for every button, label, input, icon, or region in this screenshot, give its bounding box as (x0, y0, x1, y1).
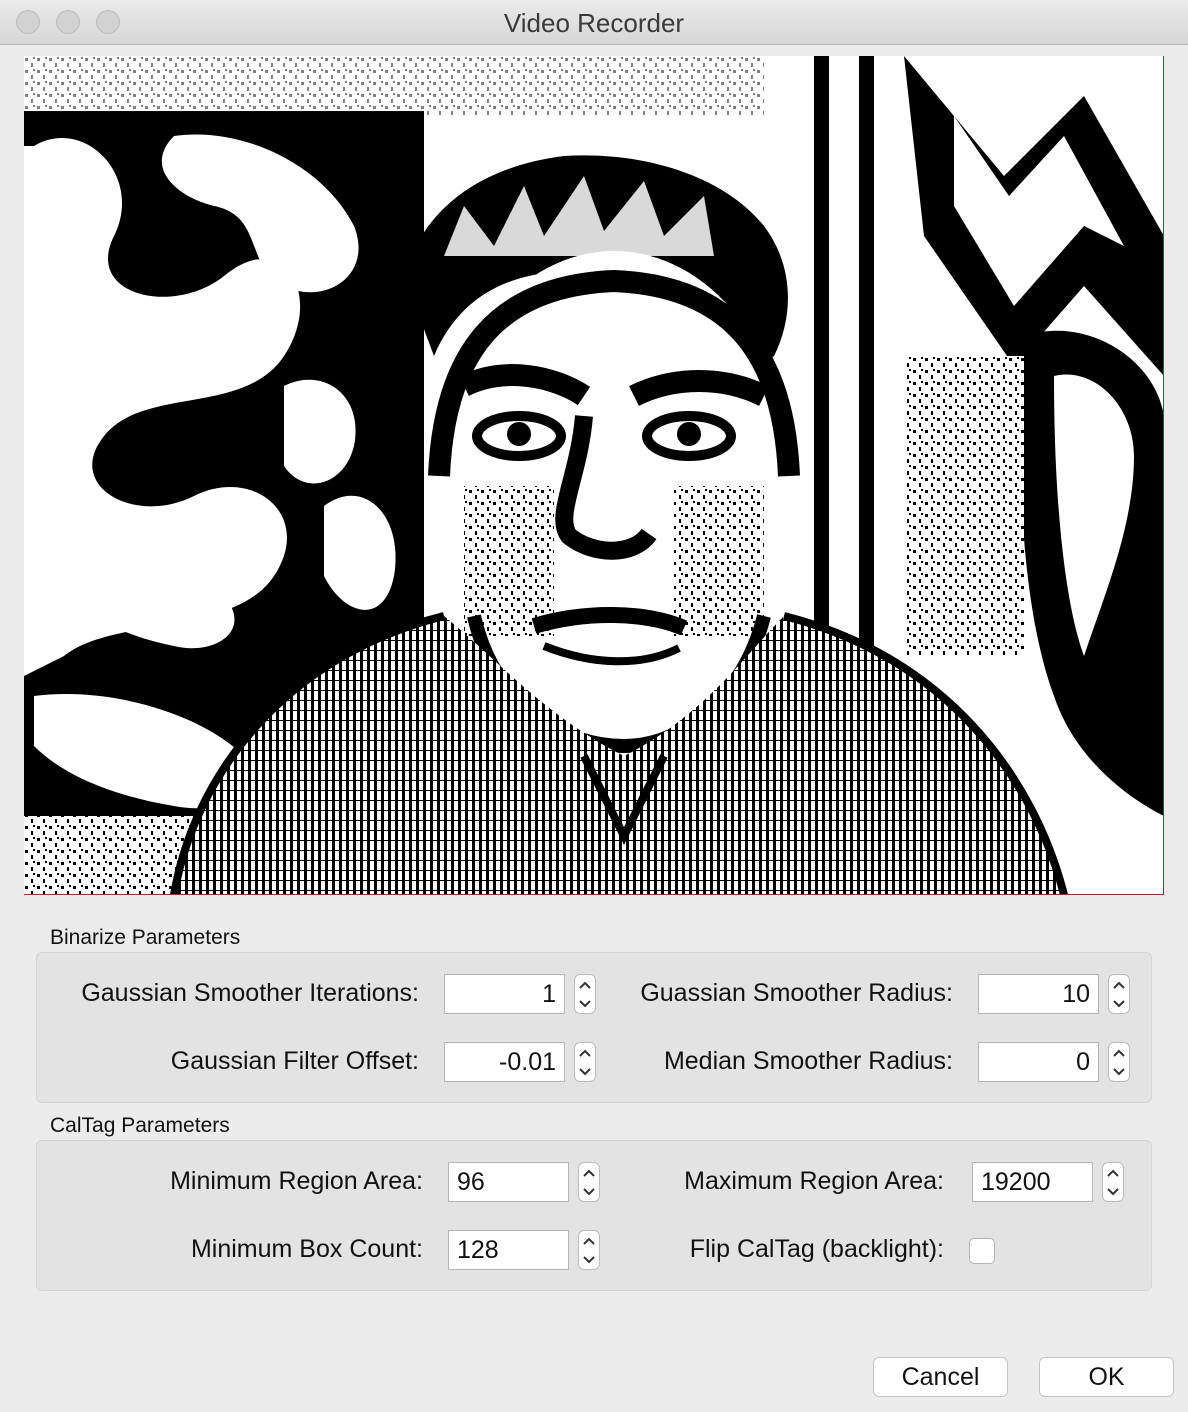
chevron-up-icon[interactable] (579, 1231, 599, 1250)
title-bar: Video Recorder (0, 0, 1188, 45)
chevron-up-icon[interactable] (579, 1163, 599, 1182)
chevron-down-icon[interactable] (1109, 1062, 1129, 1081)
min-region-area-label: Minimum Region Area: (170, 1167, 423, 1195)
caltag-parameters-group: Minimum Region Area: 96 Maximum Region A… (36, 1140, 1152, 1291)
gaussian-radius-stepper[interactable] (1108, 974, 1130, 1014)
flip-caltag-label: Flip CalTag (backlight): (689, 1235, 944, 1263)
chevron-down-icon[interactable] (575, 994, 595, 1013)
gaussian-iterations-stepper[interactable] (574, 974, 596, 1014)
binarize-parameters-group: Gaussian Smoother Iterations: 1 Guassian… (36, 952, 1152, 1103)
max-region-area-input[interactable]: 19200 (972, 1162, 1093, 1202)
min-box-count-stepper[interactable] (578, 1230, 600, 1270)
max-region-area-label: Maximum Region Area: (684, 1167, 944, 1195)
chevron-down-icon[interactable] (579, 1182, 599, 1201)
gaussian-offset-input[interactable]: -0.01 (444, 1042, 565, 1082)
chevron-up-icon[interactable] (1103, 1163, 1123, 1182)
gaussian-offset-stepper[interactable] (574, 1042, 596, 1082)
flip-caltag-checkbox[interactable] (969, 1238, 995, 1264)
gaussian-radius-label: Guassian Smoother Radius: (640, 979, 953, 1007)
max-region-area-stepper[interactable] (1102, 1162, 1124, 1202)
gaussian-iterations-input[interactable]: 1 (444, 974, 565, 1014)
chevron-down-icon[interactable] (575, 1062, 595, 1081)
min-box-count-input[interactable]: 128 (448, 1230, 569, 1270)
chevron-down-icon[interactable] (1103, 1182, 1123, 1201)
chevron-down-icon[interactable] (1109, 994, 1129, 1013)
window-title: Video Recorder (503, 8, 685, 38)
min-region-area-input[interactable]: 96 (448, 1162, 569, 1202)
median-radius-label: Median Smoother Radius: (663, 1047, 953, 1075)
median-radius-input[interactable]: 0 (978, 1042, 1099, 1082)
ok-button[interactable]: OK (1039, 1357, 1174, 1397)
chevron-up-icon[interactable] (575, 975, 595, 994)
gaussian-iterations-label: Gaussian Smoother Iterations: (81, 979, 419, 1007)
video-preview (24, 56, 1164, 895)
gaussian-offset-label: Gaussian Filter Offset: (170, 1047, 419, 1075)
chevron-down-icon[interactable] (579, 1250, 599, 1269)
min-region-area-stepper[interactable] (578, 1162, 600, 1202)
chevron-up-icon[interactable] (1109, 1043, 1129, 1062)
video-recorder-window: Video Recorder Binarize Parameters Gauss… (0, 0, 1188, 1412)
gaussian-radius-input[interactable]: 10 (978, 974, 1099, 1014)
min-box-count-label: Minimum Box Count: (190, 1235, 423, 1263)
binarized-frame-image (24, 56, 1163, 894)
binarize-parameters-heading: Binarize Parameters (50, 926, 241, 949)
chevron-up-icon[interactable] (1109, 975, 1129, 994)
cancel-button[interactable]: Cancel (873, 1357, 1008, 1397)
chevron-up-icon[interactable] (575, 1043, 595, 1062)
caltag-parameters-heading: CalTag Parameters (50, 1114, 230, 1137)
median-radius-stepper[interactable] (1108, 1042, 1130, 1082)
